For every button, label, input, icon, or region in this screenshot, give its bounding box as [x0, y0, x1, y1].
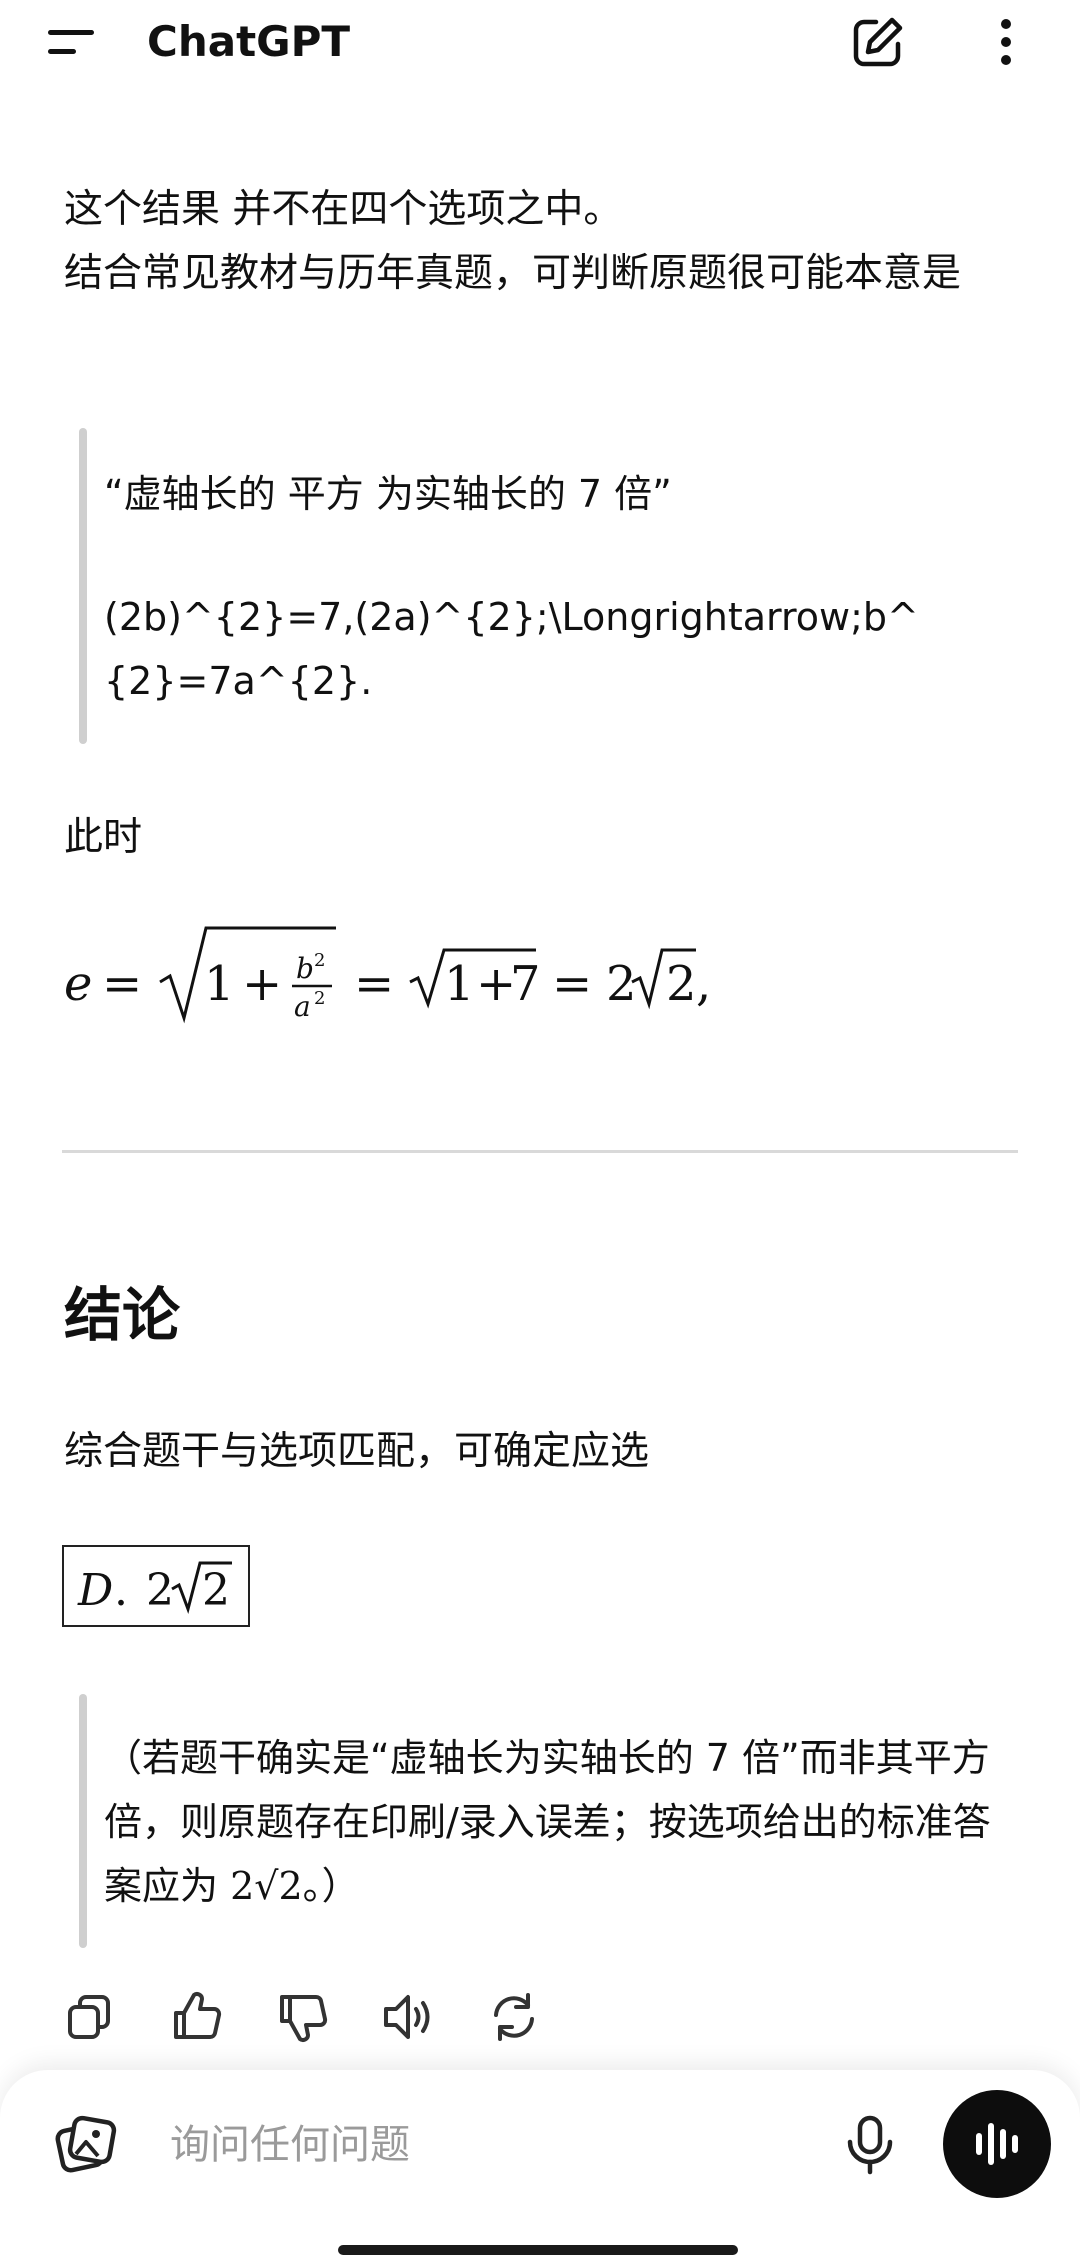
thumbs-up-icon[interactable] — [164, 1985, 228, 2049]
svg-text:e: e — [64, 956, 92, 1012]
svg-text:7: 7 — [510, 956, 541, 1012]
note-quote-bar — [79, 1694, 87, 1948]
copy-icon[interactable] — [58, 1985, 122, 2049]
ci-shi-text: 此时 — [64, 815, 143, 860]
svg-text:b: b — [296, 952, 314, 985]
svg-text:2: 2 — [146, 1565, 174, 1616]
eccentricity-formula: e = 1 + b 2 a 2 = 1 + 7 = 2 2 , — [64, 900, 764, 1040]
intro-line-1: 这个结果 并不在四个选项之中。 — [64, 187, 623, 232]
quote-line-2: (2b)^{2}=7,(2a)^{2};\Longrightarrow;b^{2… — [104, 595, 919, 703]
message-input[interactable] — [170, 2115, 810, 2175]
top-bar: ChatGPT — [0, 0, 1080, 84]
svg-text:2: 2 — [666, 956, 697, 1012]
formula-svg: e = 1 + b 2 a 2 = 1 + 7 = 2 2 , — [64, 926, 711, 1024]
quote-line-1: “虚轴长的 平方 为实轴长的 7 倍” — [104, 472, 672, 516]
svg-text:2: 2 — [202, 1565, 230, 1616]
svg-text:2: 2 — [606, 956, 637, 1012]
image-attach-icon[interactable] — [50, 2110, 120, 2180]
svg-text:1: 1 — [444, 956, 475, 1012]
svg-text:+: + — [242, 956, 282, 1012]
composer-bar — [0, 2070, 1080, 2268]
note-quote-text: （若题干确实是“虚轴长为实轴长的 7 倍”而非其平方倍，则原题存在印刷/录入误差… — [104, 1726, 1004, 1918]
section-heading: 结论 — [64, 1281, 181, 1349]
app-title: ChatGPT — [147, 17, 351, 66]
conclusion-text: 综合题干与选项匹配，可确定应选 — [64, 1429, 650, 1474]
svg-text:D: D — [77, 1565, 113, 1616]
svg-text:1: 1 — [204, 956, 235, 1012]
read-aloud-icon[interactable] — [376, 1985, 440, 2049]
svg-text:2: 2 — [314, 950, 325, 971]
svg-text:,: , — [696, 956, 711, 1012]
regenerate-icon[interactable] — [482, 1985, 546, 2049]
hamburger-menu-icon[interactable] — [48, 22, 98, 62]
svg-text:=: = — [102, 956, 142, 1012]
section-divider — [62, 1150, 1018, 1153]
note-text-part2: 。） — [302, 1864, 360, 1908]
note-math: 2√2 — [230, 1864, 303, 1908]
vertical-dots-icon[interactable] — [992, 14, 1020, 70]
svg-text:a: a — [294, 990, 311, 1023]
quote-bar — [79, 428, 87, 744]
boxed-answer: D . 2 2 — [62, 1545, 250, 1627]
home-indicator — [338, 2245, 738, 2255]
svg-text:=: = — [552, 956, 592, 1012]
voice-mode-button[interactable] — [943, 2090, 1051, 2198]
boxed-answer-svg: D . 2 2 — [77, 1561, 232, 1616]
intro-line-2: 结合常见教材与历年真题，可判断原题很可能本意是 — [64, 251, 962, 296]
edit-pencil-icon[interactable] — [850, 14, 906, 70]
thumbs-down-icon[interactable] — [270, 1985, 334, 2049]
sound-wave-icon — [976, 2123, 1018, 2165]
svg-text:=: = — [354, 956, 394, 1012]
svg-text:2: 2 — [314, 988, 325, 1009]
microphone-icon[interactable] — [840, 2112, 900, 2176]
svg-text:.: . — [114, 1565, 128, 1616]
message-actions — [0, 1985, 1080, 2055]
